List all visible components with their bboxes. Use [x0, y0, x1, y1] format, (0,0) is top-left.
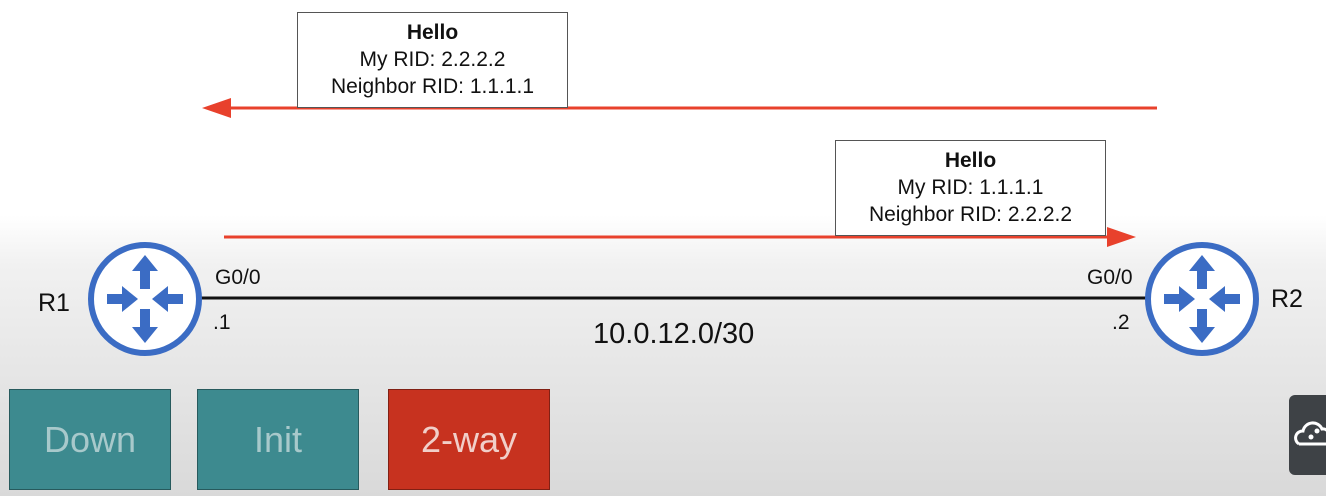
router-icon: [1145, 242, 1259, 356]
my-rid: My RID: 2.2.2.2: [359, 48, 506, 71]
hello-title: Hello: [406, 21, 459, 44]
state-init: Init: [197, 389, 359, 490]
my-rid: My RID: 1.1.1.1: [897, 176, 1044, 199]
neighbor-rid: Neighbor RID: 2.2.2.2: [868, 203, 1073, 226]
state-down: Down: [9, 389, 171, 490]
hello-message-r2: Hello My RID: 2.2.2.2 Neighbor RID: 1.1.…: [297, 12, 568, 108]
side-tool-button[interactable]: [1289, 395, 1326, 475]
cloud-icon: [1294, 421, 1326, 446]
hello-title: Hello: [944, 149, 997, 172]
ip-suffix-r2: .2: [1112, 311, 1130, 334]
neighbor-rid: Neighbor RID: 1.1.1.1: [330, 75, 535, 98]
hello-message-r1: Hello My RID: 1.1.1.1 Neighbor RID: 2.2.…: [835, 140, 1106, 236]
ip-suffix-r1: .1: [213, 311, 231, 334]
router-name-r2: R2: [1271, 285, 1303, 313]
router-name-r1: R1: [38, 289, 70, 317]
state-2way: 2-way: [388, 389, 550, 490]
interface-label-r2: G0/0: [1087, 266, 1133, 289]
subnet-label: 10.0.12.0/30: [593, 318, 755, 350]
interface-label-r1: G0/0: [215, 266, 261, 289]
router-icon: [88, 242, 202, 356]
